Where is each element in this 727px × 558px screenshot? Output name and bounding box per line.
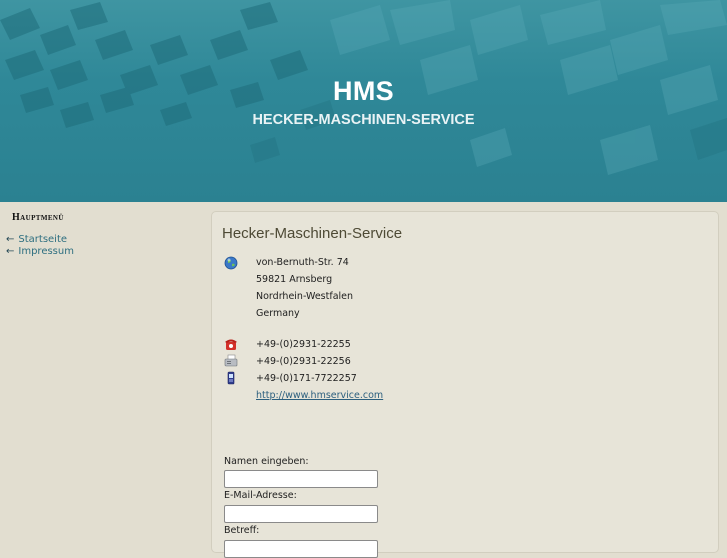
site-header: HMS HECKER-MASCHINEN-SERVICE <box>0 0 727 202</box>
name-label: Namen eingeben: <box>224 456 309 467</box>
website-link[interactable]: http://www.hmservice.com <box>256 390 383 401</box>
fax-icon <box>224 354 238 367</box>
contact-title: Hecker-Maschinen-Service <box>222 225 403 242</box>
address-city: 59821 Arnsberg <box>256 274 333 285</box>
site-title: HMS <box>333 76 394 106</box>
address-street: von-Bernuth-Str. 74 <box>256 257 349 268</box>
mobile-phone-icon <box>227 371 235 385</box>
email-input[interactable] <box>224 505 378 523</box>
fax-number: +49-(0)2931-22256 <box>256 356 351 367</box>
sidebar: Hauptmenü ← Startseite ← Impressum <box>0 212 205 258</box>
menu-item-startseite[interactable]: ← Startseite <box>6 234 205 246</box>
main-menu: ← Startseite ← Impressum <box>6 234 205 258</box>
arrow-left-icon: ← <box>6 246 15 257</box>
email-label: E-Mail-Adresse: <box>224 490 297 501</box>
name-input[interactable] <box>224 470 378 488</box>
menu-item-label: Impressum <box>18 246 74 257</box>
address-region: Nordrhein-Westfalen <box>256 291 354 302</box>
telephone-icon <box>225 339 237 350</box>
mobile-number: +49-(0)171-7722257 <box>256 373 357 384</box>
site-subtitle: HECKER-MASCHINEN-SERVICE <box>252 112 475 128</box>
subject-input[interactable] <box>224 540 378 558</box>
menu-item-impressum[interactable]: ← Impressum <box>6 246 205 258</box>
phone-number: +49-(0)2931-22255 <box>256 339 351 350</box>
subject-label: Betreff: <box>224 525 260 536</box>
menu-item-label: Startseite <box>18 234 68 245</box>
address-country: Germany <box>256 308 300 319</box>
contact-panel: Hecker-Maschinen-Service von-Bernuth-Str… <box>211 211 719 558</box>
arrow-left-icon: ← <box>6 234 15 245</box>
globe-icon <box>224 256 238 270</box>
main-menu-heading: Hauptmenü <box>12 212 64 223</box>
